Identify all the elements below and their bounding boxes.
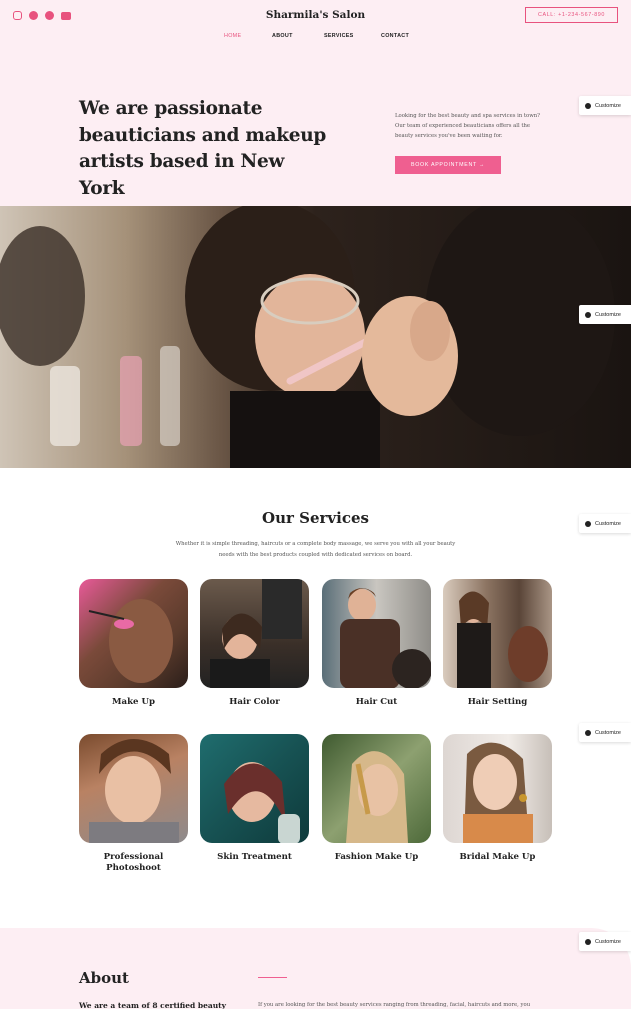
hero-title: We are passionate beauticians and makeup… — [79, 98, 327, 199]
services-description: Whether it is simple threading, haircuts… — [175, 541, 456, 558]
service-name: Hair Color — [229, 697, 280, 707]
service-image — [443, 734, 552, 843]
services-title: Our Services — [262, 509, 369, 527]
service-name: Bridal Make Up — [459, 852, 536, 862]
customize-button[interactable]: Customize — [579, 96, 631, 115]
customize-button[interactable]: Customize — [579, 305, 631, 324]
service-name: Fashion Make Up — [334, 852, 419, 862]
palette-icon — [585, 520, 591, 527]
service-name: Hair Cut — [355, 697, 398, 707]
palette-icon — [585, 102, 591, 109]
service-image — [322, 734, 431, 843]
service-card-skin-treatment[interactable]: Skin Treatment — [200, 734, 309, 863]
makeup-artist-photo — [0, 206, 631, 468]
service-card-bridal-make-up[interactable]: Bridal Make Up — [443, 734, 552, 863]
palette-icon — [585, 938, 591, 945]
customize-button[interactable]: Customize — [579, 723, 631, 742]
palette-icon — [585, 729, 591, 736]
service-image — [200, 579, 309, 688]
fashion-make-up-photo — [346, 751, 408, 843]
nav-home[interactable]: HOME — [224, 33, 241, 39]
about-divider — [258, 977, 287, 978]
call-button[interactable]: CALL: +1-234-567-890 — [525, 7, 618, 23]
service-card-make-up[interactable]: Make Up — [79, 579, 188, 708]
service-card-hair-cut[interactable]: Hair Cut — [322, 579, 431, 708]
service-image — [443, 579, 552, 688]
hair-cut-photo — [340, 588, 431, 688]
photoshoot-photo — [89, 739, 179, 843]
hair-color-photo — [210, 579, 302, 688]
nav-about[interactable]: ABOUT — [272, 33, 293, 39]
service-name: Professional Photoshoot — [103, 852, 164, 873]
service-card-professional-photoshoot[interactable]: Professional Photoshoot — [79, 734, 188, 873]
customize-button[interactable]: Customize — [579, 932, 631, 951]
hair-setting-photo — [457, 591, 548, 688]
service-name: Hair Setting — [467, 697, 528, 707]
customize-button[interactable]: Customize — [579, 514, 631, 533]
service-name: Make Up — [112, 697, 155, 707]
make-up-photo — [88, 599, 173, 683]
bridal-make-up-photo — [463, 742, 533, 843]
service-card-hair-color[interactable]: Hair Color — [200, 579, 309, 708]
service-image — [79, 734, 188, 843]
about-subtitle: We are a team of 8 certified beauty — [79, 1001, 227, 1009]
nav-contact[interactable]: CONTACT — [381, 33, 409, 39]
palette-icon — [585, 311, 591, 318]
service-card-hair-setting[interactable]: Hair Setting — [443, 579, 552, 708]
book-appointment-button[interactable]: BOOK APPOINTMENT → — [395, 156, 501, 174]
nav-services[interactable]: SERVICES — [324, 33, 354, 39]
about-title: About — [79, 969, 129, 987]
service-image — [79, 579, 188, 688]
service-image — [200, 734, 309, 843]
hero-description: Looking for the best beauty and spa serv… — [395, 113, 541, 139]
hero-image — [0, 206, 631, 468]
service-name: Skin Treatment — [217, 852, 292, 862]
service-image — [322, 579, 431, 688]
about-text: If you are looking for the best beauty s… — [258, 1002, 531, 1008]
service-card-fashion-make-up[interactable]: Fashion Make Up — [322, 734, 431, 863]
skin-treatment-photo — [224, 762, 300, 843]
